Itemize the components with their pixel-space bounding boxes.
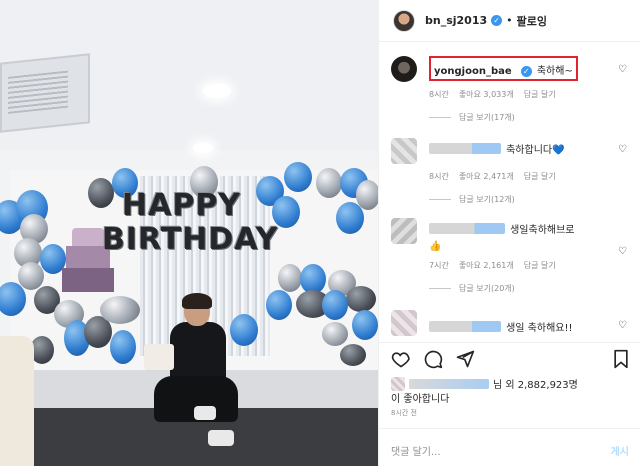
banner-line-1: HAPPY [122,188,242,223]
heart-icon[interactable] [391,349,411,369]
commenter-name-redacted[interactable] [429,143,501,154]
comment-input[interactable]: 댓글 달기... [391,443,441,458]
replies-divider [429,117,451,118]
post-time[interactable]: 8시간 전 [391,408,417,418]
replies-divider [429,288,451,289]
comment-text: 생일 축하해요!! [506,323,573,334]
balloon [18,262,44,290]
balloon [322,322,348,346]
likes-count: 님 외 2,882,923명 [493,380,578,391]
commenter-avatar[interactable] [391,218,417,244]
reply-button[interactable]: 답글 달기 [524,171,556,182]
comment-like-heart-icon[interactable]: ♡ [618,144,627,155]
ac-grille [8,67,68,114]
reply-button[interactable]: 답글 달기 [524,260,556,271]
bookmark-icon[interactable] [611,349,631,369]
comment-text: 축하해~ [536,66,573,77]
liker-avatar [391,376,405,391]
post-header: bn_sj2013 ✓ • 팔로잉 [379,0,640,42]
comment-meta: 8시간 좋아요 3,033개 답글 달기 [429,89,607,100]
chair [0,336,34,466]
balloon [352,310,378,340]
comment-meta: 7시간 좋아요 2,161개 답글 달기 [429,260,607,271]
view-replies[interactable]: 답글 보기(20개) [429,283,607,294]
balloon [110,330,136,364]
balloon [336,202,364,234]
person [144,293,240,461]
verified-badge-icon: ✓ [491,15,503,26]
commenter-name-redacted[interactable] [429,223,505,234]
comment-like-heart-icon[interactable]: ♡ [618,246,627,257]
view-replies-label: 답글 보기(20개) [459,284,515,293]
commenter-name-redacted[interactable] [429,321,501,332]
commenter-avatar[interactable] [391,138,417,164]
balloon [316,168,342,198]
ceiling-light [203,84,231,98]
reply-button[interactable]: 답글 달기 [524,89,556,100]
post-comment-button[interactable]: 게시 [611,443,629,458]
likes-summary-line2: 이 좋아합니다 [391,394,450,405]
author-username[interactable]: bn_sj2013 [425,14,487,27]
ceiling-light [193,143,213,153]
post-side-panel: bn_sj2013 ✓ • 팔로잉 yongjoon_bae ✓ 축하해~ 8시… [378,0,640,466]
verified-badge-icon: ✓ [520,66,532,77]
comment-input-area: 댓글 달기... 게시 [379,428,640,466]
comment-meta: 8시간 좋아요 2,471개 답글 달기 [429,171,607,182]
replies-divider [429,199,451,200]
view-replies[interactable]: 답글 보기(12개) [429,194,607,205]
header-separator: • [506,14,513,27]
balloon [322,290,348,320]
post-photo[interactable]: HAPPY BIRTHDAY [0,0,378,466]
comment-likes[interactable]: 좋아요 2,161개 [459,260,514,271]
share-icon[interactable] [455,349,475,369]
banner-line-2: BIRTHDAY [102,222,279,257]
air-conditioner [0,53,90,133]
view-replies[interactable]: 답글 보기(17개) [429,112,607,123]
view-replies-label: 답글 보기(12개) [459,195,515,204]
comment-likes[interactable]: 좋아요 2,471개 [459,171,514,182]
comment-emoji: 👍 [429,241,442,252]
comment-time[interactable]: 7시간 [429,260,449,271]
cake-box [144,344,174,370]
comment-icon[interactable] [423,349,443,369]
post-action-bar [379,342,640,374]
balloon [100,296,140,324]
balloon [278,264,302,292]
likes-summary[interactable]: 님 외 2,882,923명 [391,376,631,391]
liker-name-redacted [409,378,489,389]
balloon [88,178,114,208]
comment-time[interactable]: 8시간 [429,171,449,182]
comment-like-heart-icon[interactable]: ♡ [618,320,627,331]
balloon [284,162,312,192]
commenter-name[interactable]: yongjoon_bae [434,66,512,77]
comment-time[interactable]: 8시간 [429,89,449,100]
comment-like-heart-icon[interactable]: ♡ [618,64,627,75]
following-button[interactable]: 팔로잉 [517,13,547,29]
balloon [340,344,366,366]
comment-highlight-box: yongjoon_bae ✓ 축하해~ [429,56,578,81]
commenter-avatar[interactable] [391,310,417,336]
author-avatar[interactable] [393,9,415,32]
comment-text: 축하합니다💙 [506,145,565,156]
comment-text: 생일축하해브로 [510,225,575,236]
comment-likes[interactable]: 좋아요 3,033개 [459,89,514,100]
balloon [346,286,376,312]
balloon [266,290,292,320]
commenter-avatar[interactable] [391,56,417,82]
view-replies-label: 답글 보기(17개) [459,113,515,122]
